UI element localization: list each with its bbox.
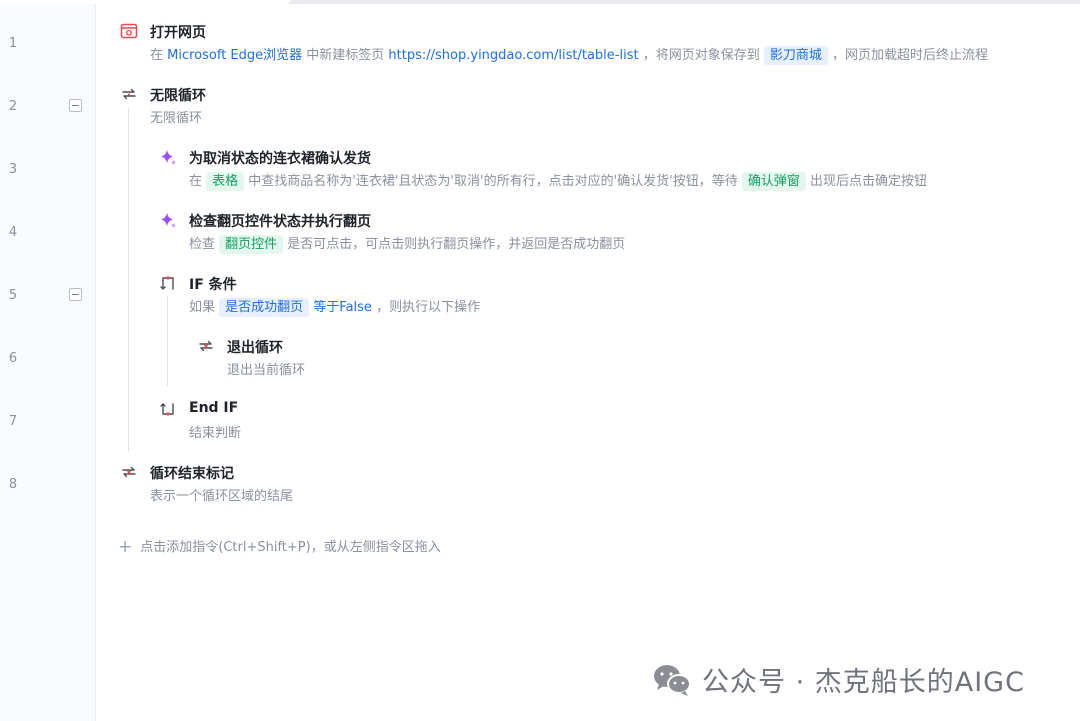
add-command-text: 点击添加指令(Ctrl+Shift+P)，或从左侧指令区拖入 <box>140 540 441 555</box>
step-desc: 表示一个循环区域的结尾 <box>150 489 294 504</box>
step-title: 打开网页 <box>150 25 206 41</box>
step-desc: 在 表格 中查找商品名称为'连衣裙'且状态为'取消'的所有行，点击对应的'确认发… <box>189 170 928 191</box>
step-title: 无限循环 <box>150 88 206 104</box>
browser-param[interactable]: Microsoft Edge浏览器 <box>167 48 302 63</box>
line-number: 4 <box>8 225 18 240</box>
line-number: 5 <box>8 288 18 303</box>
step-title: 循环结束标记 <box>150 466 234 482</box>
line-number: 1 <box>8 36 18 51</box>
add-command-hint[interactable]: + 点击添加指令(Ctrl+Shift+P)，或从左侧指令区拖入 <box>118 536 441 557</box>
browser-window-icon <box>120 23 138 39</box>
element-chip[interactable]: 确认弹窗 <box>741 172 806 191</box>
end-if-icon <box>160 403 174 416</box>
element-chip[interactable]: 表格 <box>206 172 245 191</box>
element-chip[interactable]: 翻页控件 <box>219 235 284 254</box>
variable-chip[interactable]: 影刀商城 <box>763 46 828 65</box>
loop-icon <box>122 88 136 100</box>
ai-sparkle-icon <box>161 150 176 165</box>
ai-sparkle-icon <box>161 213 176 228</box>
condition-operator[interactable]: 等于False <box>309 300 372 315</box>
watermark-text: 公众号 · 杰克船长的AIGC <box>702 667 1025 698</box>
wechat-icon <box>654 664 691 696</box>
loop-end-icon <box>122 466 136 478</box>
step-desc: 如果 是否成功翻页 等于False ，则执行以下操作 <box>189 296 481 317</box>
step-desc: 结束判断 <box>189 426 242 441</box>
plus-icon: + <box>118 537 133 557</box>
tab-strip <box>0 0 1080 4</box>
desc-text: ，将网页对象保存到 <box>638 48 764 63</box>
collapse-loop-button[interactable] <box>69 99 82 112</box>
collapse-if-button[interactable] <box>69 288 82 301</box>
desc-text: ，网页加载超时后终止流程 <box>827 48 988 63</box>
variable-chip[interactable]: 是否成功翻页 <box>219 298 310 317</box>
desc-text: 在 <box>189 174 207 189</box>
watermark: 公众号 · 杰克船长的AIGC <box>652 660 1025 699</box>
line-number: 3 <box>8 162 18 177</box>
step-title: 退出循环 <box>227 340 283 356</box>
desc-text: 如果 <box>189 300 220 315</box>
step-desc: 在 Microsoft Edge浏览器 中新建标签页 https://shop.… <box>150 44 988 65</box>
step-desc: 无限循环 <box>150 111 203 126</box>
step-desc: 退出当前循环 <box>227 363 306 378</box>
if-block-guide <box>167 296 168 386</box>
line-gutter: 1 2 3 4 5 6 7 8 <box>0 4 96 721</box>
step-desc: 检查 翻页控件 是否可点击，可点击则执行翻页操作，并返回是否成功翻页 <box>189 233 626 254</box>
desc-text: 出现后点击确定按钮 <box>805 174 928 189</box>
desc-text: 在 <box>150 48 168 63</box>
loop-block-guide <box>128 108 129 451</box>
desc-text: 是否可点击，可点击则执行翻页操作，并返回是否成功翻页 <box>283 237 626 252</box>
desc-text: ，则执行以下操作 <box>371 300 481 315</box>
url-param[interactable]: https://shop.yingdao.com/list/table-list <box>388 48 638 63</box>
line-number: 7 <box>8 414 18 429</box>
step-title: 检查翻页控件状态并执行翻页 <box>189 214 371 230</box>
line-number: 2 <box>8 99 18 114</box>
step-title: 为取消状态的连衣裙确认发货 <box>189 151 371 167</box>
line-number: 6 <box>8 351 18 366</box>
step-title: IF 条件 <box>189 277 237 293</box>
if-branch-icon <box>160 276 174 290</box>
desc-text: 检查 <box>189 237 220 252</box>
step-title: End IF <box>189 400 239 416</box>
desc-text: 中查找商品名称为'连衣裙'且状态为'取消'的所有行，点击对应的'确认发货'按钮，… <box>244 174 742 189</box>
line-number: 8 <box>8 477 18 492</box>
exit-loop-icon <box>199 340 213 352</box>
desc-text: 中新建标签页 <box>302 48 389 63</box>
